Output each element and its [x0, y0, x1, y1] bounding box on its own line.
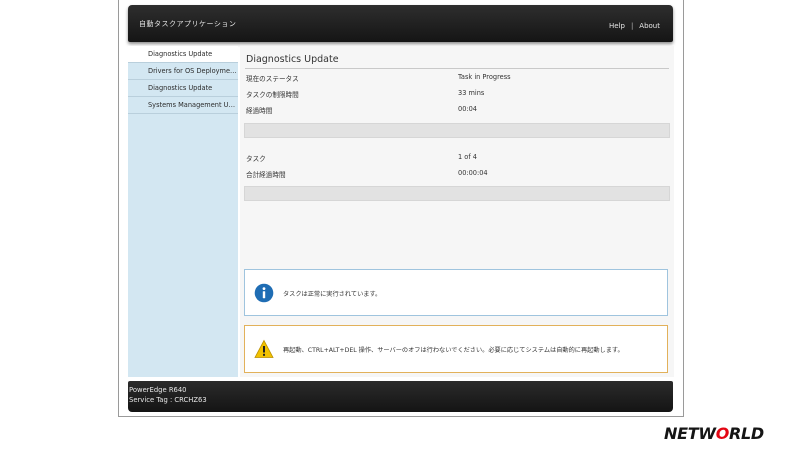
- task-progress-bar: [244, 123, 670, 138]
- networld-logo: NETWORLD: [664, 424, 764, 443]
- warning-icon: [254, 339, 274, 358]
- info-message-box: タスクは正常に実行されています。: [244, 269, 668, 316]
- header-links: Help | About: [609, 22, 660, 30]
- model-name: PowerEdge R640: [129, 386, 187, 394]
- service-tag: Service Tag : CRCHZ63: [129, 396, 207, 404]
- app-title: 自動タスクアプリケーション: [139, 20, 237, 28]
- sidebar-item-diagnostics-update-2[interactable]: Diagnostics Update: [128, 80, 238, 97]
- header-bar: 自動タスクアプリケーション Help | About: [128, 5, 673, 42]
- sidebar-item-drivers-os-deployment[interactable]: Drivers for OS Deployment U...: [128, 63, 238, 80]
- total-elapsed-label: 合計経過時間: [246, 171, 286, 179]
- help-link[interactable]: Help: [609, 22, 625, 30]
- link-separator: |: [630, 22, 634, 30]
- time-limit-label: タスクの制限時間: [246, 91, 299, 99]
- warning-message-text: 再起動、CTRL+ALT+DEL 操作、サーバーのオフは行わないでください。必要…: [283, 347, 624, 354]
- elapsed-time-value: 00:04: [458, 105, 478, 113]
- elapsed-time-label: 経過時間: [246, 107, 273, 115]
- warning-message-box: 再起動、CTRL+ALT+DEL 操作、サーバーのオフは行わないでください。必要…: [244, 325, 668, 373]
- overall-progress-bar: [244, 186, 670, 201]
- main-panel: Diagnostics Update 現在のステータス Task in Prog…: [240, 46, 674, 377]
- task-label: タスク: [246, 155, 266, 163]
- status-value: Task in Progress: [458, 73, 511, 81]
- total-elapsed-value: 00:00:04: [458, 169, 488, 177]
- page-title: Diagnostics Update: [246, 54, 339, 65]
- info-icon: [254, 283, 274, 303]
- about-link[interactable]: About: [639, 22, 660, 30]
- task-sidebar: Diagnostics Update Drivers for OS Deploy…: [128, 46, 238, 377]
- title-divider: [245, 68, 669, 69]
- info-message-text: タスクは正常に実行されています。: [283, 291, 382, 298]
- sidebar-item-systems-management-update[interactable]: Systems Management Update: [128, 97, 238, 114]
- status-label: 現在のステータス: [246, 75, 299, 83]
- time-limit-value: 33 mins: [458, 89, 485, 97]
- sidebar-item-diagnostics-update[interactable]: Diagnostics Update: [128, 46, 238, 63]
- task-value: 1 of 4: [458, 153, 477, 161]
- footer-bar: PowerEdge R640 Service Tag : CRCHZ63: [128, 381, 673, 412]
